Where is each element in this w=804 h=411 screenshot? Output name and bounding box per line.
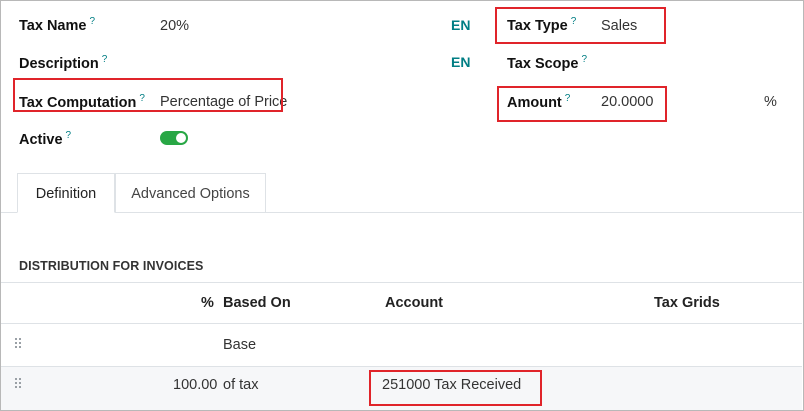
toggle-knob [176,133,186,143]
drag-handle-icon[interactable] [15,338,23,350]
column-header-account[interactable]: Account [385,295,443,311]
drag-handle-icon[interactable] [15,378,23,390]
active-label: Active? [19,130,72,148]
help-icon[interactable]: ? [66,130,72,141]
active-toggle[interactable] [160,131,188,145]
table-top-divider [1,282,802,283]
highlight-box-tax-computation [13,78,283,112]
tab-advanced-options[interactable]: Advanced Options [115,173,266,213]
description-label: Description? [19,54,108,72]
tax-name-field[interactable]: 20% [160,18,189,34]
highlight-box-tax-type [495,7,666,44]
translate-button-tax-name[interactable]: EN [451,17,470,33]
tax-scope-label: Tax Scope? [507,54,588,72]
help-icon[interactable]: ? [102,54,108,65]
row-divider [1,323,802,324]
amount-unit: % [764,94,777,110]
table-cell-based-on[interactable]: Base [223,337,256,353]
help-icon[interactable]: ? [581,54,587,65]
highlight-box-amount [497,86,667,122]
tab-definition[interactable]: Definition [17,173,115,213]
table-cell-based-on[interactable]: of tax [223,377,258,393]
section-title: DISTRIBUTION FOR INVOICES [19,259,204,273]
highlight-box-account [369,370,542,406]
translate-button-description[interactable]: EN [451,54,470,70]
column-header-based-on[interactable]: Based On [223,295,291,311]
column-header-tax-grids[interactable]: Tax Grids [654,295,720,311]
table-cell-percent[interactable]: 100.00 [173,377,217,393]
row-divider [1,366,802,367]
help-icon[interactable]: ? [89,16,95,27]
tax-name-label: Tax Name? [19,16,95,34]
column-header-percent[interactable]: % [201,295,214,311]
